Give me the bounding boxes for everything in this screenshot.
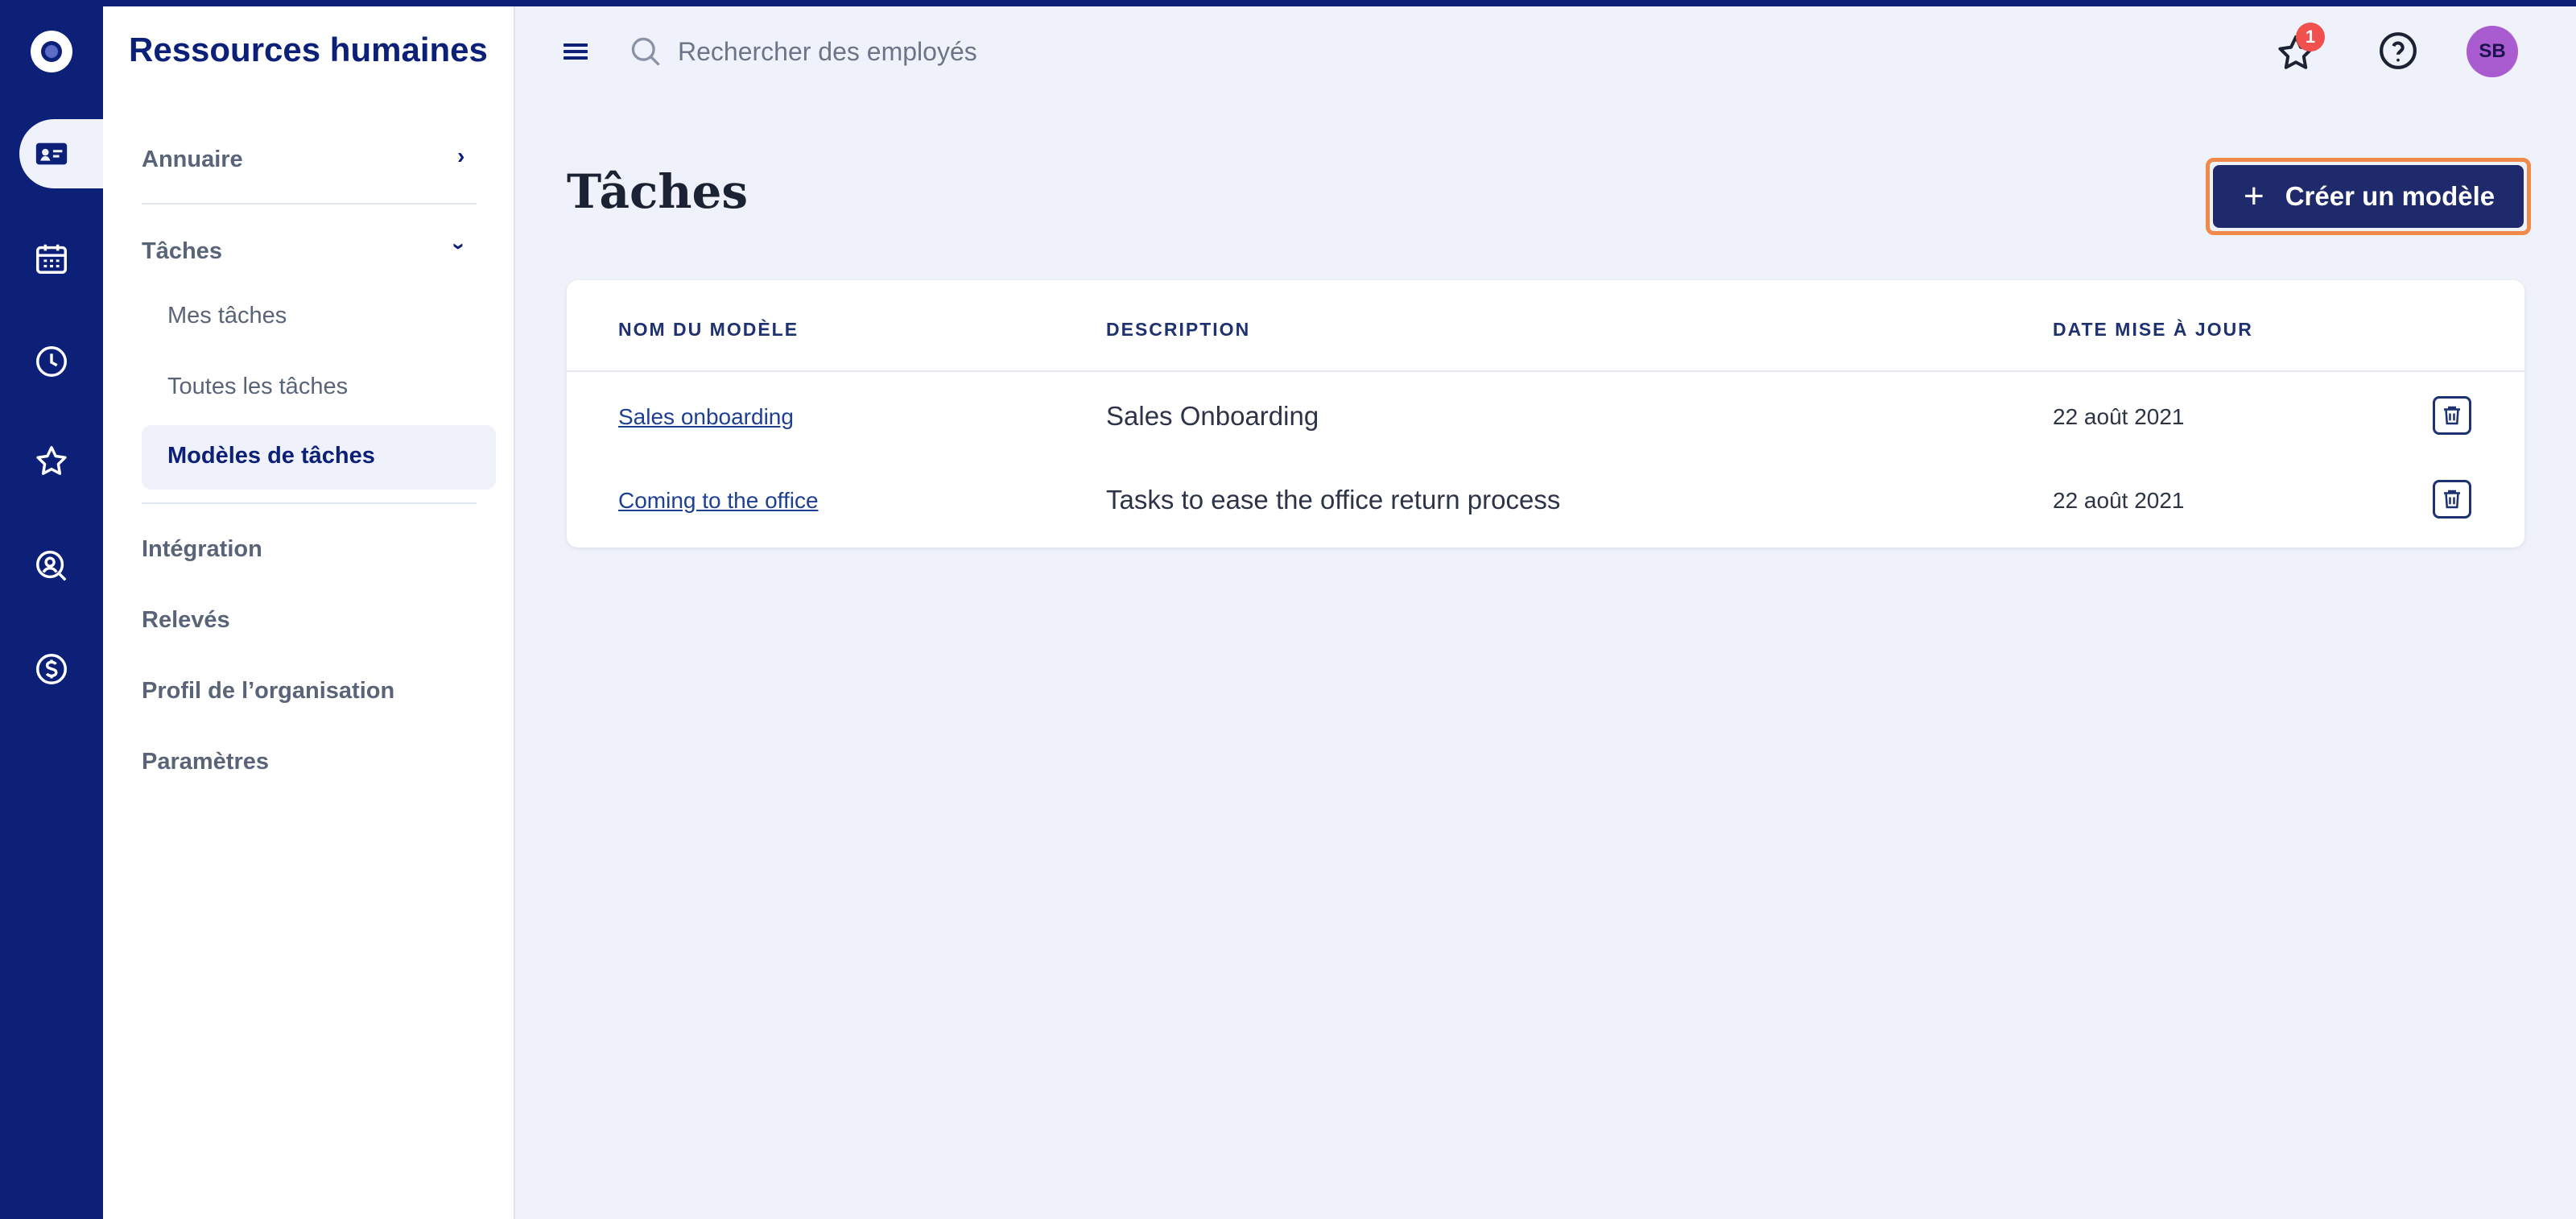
trash-icon bbox=[2444, 406, 2460, 425]
top-accent-bar bbox=[0, 0, 2576, 6]
rail-item-reviews[interactable] bbox=[0, 427, 103, 496]
calendar-icon bbox=[36, 244, 67, 274]
nav-subitem-modeles-taches[interactable]: Modèles de tâches bbox=[142, 425, 496, 490]
logo-icon[interactable] bbox=[31, 31, 72, 72]
table-row: Sales onboarding Sales Onboarding 22 aoû… bbox=[567, 372, 2524, 456]
nav-item-profil[interactable]: Profil de l’organisation bbox=[142, 678, 394, 705]
template-name-link[interactable]: Sales onboarding bbox=[618, 404, 794, 430]
user-avatar[interactable]: SB bbox=[2467, 26, 2518, 77]
templates-table: NOM DU MODÈLE DESCRIPTION DATE MISE À JO… bbox=[567, 280, 2524, 548]
nav-subitem-label: Modèles de tâches bbox=[167, 443, 375, 469]
employee-search-input[interactable] bbox=[678, 31, 1241, 72]
plus-icon: + bbox=[2244, 176, 2264, 216]
template-date: 22 août 2021 bbox=[2053, 404, 2185, 429]
menu-icon[interactable] bbox=[562, 39, 592, 64]
hr-sidebar: Ressources humaines Annuaire › Tâches › … bbox=[103, 0, 515, 1219]
table-row: Coming to the office Tasks to ease the o… bbox=[567, 456, 2524, 539]
divider bbox=[142, 203, 477, 205]
page-title: Tâches bbox=[567, 164, 749, 219]
trash-icon bbox=[2444, 490, 2460, 509]
person-search-icon bbox=[36, 551, 67, 581]
column-header-description[interactable]: DESCRIPTION bbox=[1106, 319, 1250, 341]
star-icon bbox=[36, 446, 67, 475]
rail-item-payroll[interactable] bbox=[0, 634, 103, 704]
template-description: Tasks to ease the office return process bbox=[1106, 485, 1561, 514]
template-date: 22 août 2021 bbox=[2053, 488, 2185, 513]
column-header-name[interactable]: NOM DU MODÈLE bbox=[618, 319, 799, 341]
nav-item-integration[interactable]: Intégration bbox=[142, 536, 262, 563]
rail-item-directory[interactable] bbox=[19, 119, 103, 188]
notification-badge: 1 bbox=[2296, 23, 2325, 52]
rail-item-time[interactable] bbox=[0, 327, 103, 396]
nav-item-releves[interactable]: Relevés bbox=[142, 607, 230, 634]
rail-item-calendar[interactable] bbox=[0, 224, 103, 293]
help-icon[interactable] bbox=[2378, 31, 2418, 71]
create-template-label: Créer un modèle bbox=[2285, 181, 2496, 211]
nav-subitem-mes-taches[interactable]: Mes tâches bbox=[167, 303, 287, 329]
dollar-icon bbox=[36, 654, 67, 684]
create-button-highlight: + Créer un modèle bbox=[2206, 158, 2531, 235]
template-description: Sales Onboarding bbox=[1106, 401, 1319, 431]
nav-item-annuaire[interactable]: Annuaire bbox=[142, 147, 243, 173]
app-rail bbox=[0, 0, 103, 1219]
template-name-link[interactable]: Coming to the office bbox=[618, 488, 819, 514]
delete-button[interactable] bbox=[2433, 396, 2471, 435]
nav-item-taches[interactable]: Tâches bbox=[142, 238, 222, 265]
column-header-date[interactable]: DATE MISE À JOUR bbox=[2053, 319, 2253, 341]
nav-item-parametres[interactable]: Paramètres bbox=[142, 749, 269, 775]
delete-button[interactable] bbox=[2433, 480, 2471, 519]
chevron-right-icon[interactable]: › bbox=[457, 143, 464, 169]
id-card-icon bbox=[35, 143, 68, 165]
divider bbox=[142, 502, 477, 504]
create-template-button[interactable]: + Créer un modèle bbox=[2213, 165, 2524, 228]
rail-item-recruiting[interactable] bbox=[0, 531, 103, 601]
clock-icon bbox=[36, 346, 67, 377]
app-title: Ressources humaines bbox=[129, 31, 488, 68]
search-icon bbox=[631, 37, 660, 66]
nav-subitem-toutes-taches[interactable]: Toutes les tâches bbox=[167, 374, 348, 400]
chevron-down-icon[interactable]: › bbox=[447, 242, 473, 250]
